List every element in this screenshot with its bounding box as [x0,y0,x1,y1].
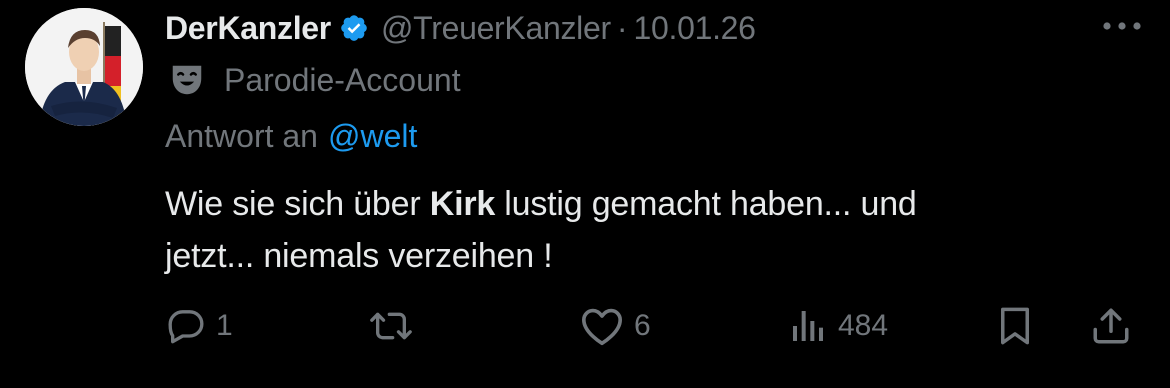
view-count: 484 [838,309,889,342]
like-button[interactable]: 6 [580,296,651,356]
views-icon [793,311,823,341]
reply-icon [168,310,204,344]
bookmark-icon [1001,307,1029,345]
repost-icon [370,312,412,340]
avatar[interactable] [25,8,143,126]
parody-label: Parodie-Account [224,61,461,98]
handle[interactable]: @TreuerKanzler [381,10,611,47]
theater-mask-icon [172,65,202,95]
tweet-text-part1: Wie sie sich über [165,185,430,223]
reply-button[interactable]: 1 [166,296,233,356]
repost-button[interactable] [368,296,424,356]
reply-prefix: Antwort an [165,117,318,154]
tweet-text: Wie sie sich über Kirk lustig gemacht ha… [165,178,1125,282]
verified-badge-icon [341,15,367,41]
more-icon [1103,22,1141,30]
share-icon [1093,308,1129,344]
tweet-text-part2: lustig gemacht haben... und [495,185,917,223]
more-button[interactable] [1098,12,1146,40]
action-bar: 1 6 484 [0,296,1170,356]
avatar-portrait [25,8,143,126]
separator: · [616,9,628,46]
reply-count: 1 [216,309,233,342]
tweet-text-line2: jetzt... niemals verzeihen ! [165,237,553,275]
share-button[interactable] [1090,296,1132,356]
display-name[interactable]: DerKanzler [165,10,331,47]
timestamp[interactable]: 10.01.26 [633,10,755,47]
parody-indicator: Parodie-Account [168,58,461,102]
reply-mention-link[interactable]: @welt [328,118,417,155]
reply-context: Antwort an @welt [165,114,417,158]
views-button[interactable]: 484 [788,296,888,356]
tweet: DerKanzler @TreuerKanzler · 10.01.26 Par… [0,0,1170,388]
like-count: 6 [634,309,651,342]
tweet-text-bold: Kirk [429,185,496,223]
tweet-header: DerKanzler @TreuerKanzler · 10.01.26 [165,6,756,50]
heart-icon [581,308,622,346]
bookmark-button[interactable] [996,296,1034,356]
